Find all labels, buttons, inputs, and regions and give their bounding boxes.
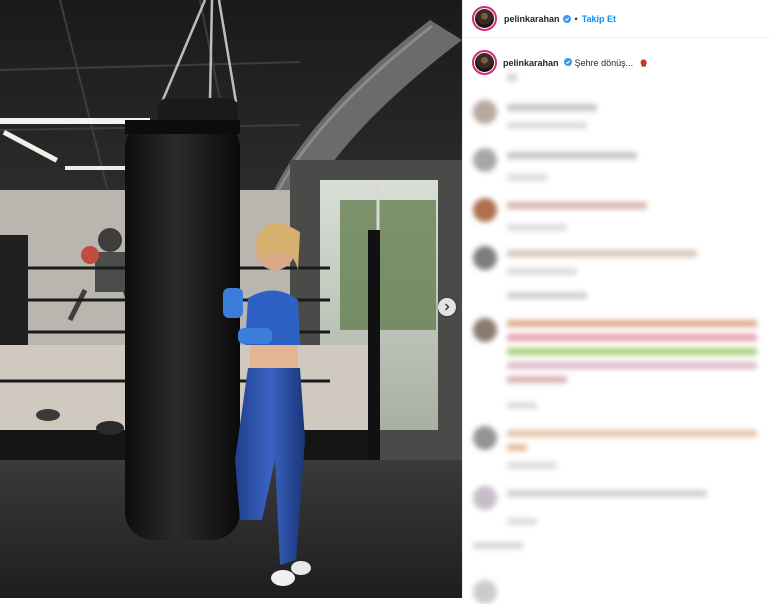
next-photo-button[interactable] <box>438 298 456 316</box>
verified-badge-icon <box>564 57 573 66</box>
comments-blurred <box>463 70 770 604</box>
post-header: pelinkarahan • Takip Et <box>463 0 770 38</box>
caption-body: Şehre dönüş... <box>574 57 634 68</box>
post-photo[interactable] <box>0 0 462 598</box>
caption-text: pelinkarahan Şehre dönüş... <box>503 57 648 68</box>
gym-boxing-photo <box>0 0 462 598</box>
follow-button[interactable]: Takip Et <box>582 14 616 24</box>
profile-photo <box>475 9 494 28</box>
caption-username[interactable]: pelinkarahan <box>503 58 559 68</box>
header-username[interactable]: pelinkarahan <box>504 14 560 24</box>
avatar[interactable] <box>472 6 497 31</box>
instagram-post-view: pelinkarahan • Takip Et pelinkarahan Şeh… <box>0 0 770 604</box>
verified-badge-icon <box>562 14 571 23</box>
boxing-glove-emoji <box>640 58 647 67</box>
post-side-panel: pelinkarahan • Takip Et pelinkarahan Şeh… <box>462 0 770 604</box>
separator-dot: • <box>574 13 578 24</box>
chevron-right-icon <box>445 303 450 311</box>
